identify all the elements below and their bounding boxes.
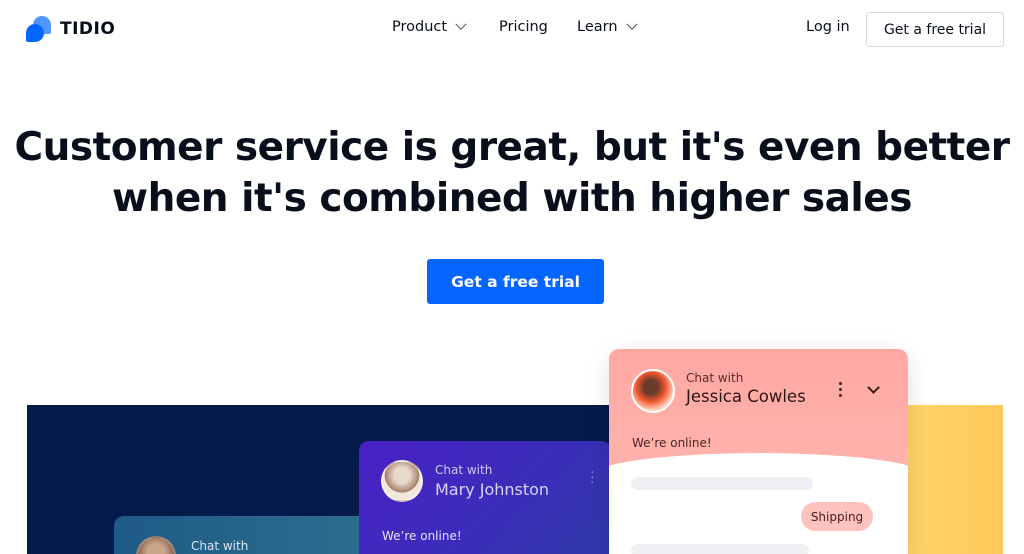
showcase-yellow-background: [905, 405, 1003, 554]
message-placeholder: [631, 544, 809, 554]
chat-with-label: Chat with: [435, 463, 493, 477]
tidio-logo[interactable]: TIDIO: [26, 16, 115, 42]
hero-title-part1: Customer service is great, but it's: [14, 125, 758, 170]
menu-learn-label: Learn: [577, 19, 618, 35]
chat-card-mary: Chat with Mary Johnston · · · We’re online…: [359, 441, 611, 554]
nav-free-trial-button[interactable]: Get a free trial: [866, 12, 1004, 47]
login-link[interactable]: Log in: [806, 19, 850, 35]
online-status: We’re online!: [382, 529, 462, 543]
hero-title-bold: even better: [758, 125, 1010, 170]
shipping-tag[interactable]: Shipping: [801, 502, 873, 531]
main-menu: Product Pricing Learn: [392, 18, 638, 35]
chat-with-label: Chat with: [191, 539, 249, 553]
more-options-icon[interactable]: · · ·: [590, 466, 594, 490]
top-nav: TIDIO Product Pricing Learn Log in Get a…: [0, 0, 1024, 60]
chevron-down-icon: [455, 18, 467, 30]
avatar: [381, 460, 423, 502]
hero-free-trial-button[interactable]: Get a free trial: [427, 259, 604, 304]
avatar: [136, 536, 176, 554]
agent-name: Jessica Cowles: [686, 387, 806, 406]
online-status: We’re online!: [632, 436, 712, 450]
chat-card-teal: Chat with: [114, 516, 374, 554]
menu-product-label: Product: [392, 19, 448, 35]
chat-with-label: Chat with: [686, 371, 744, 385]
menu-pricing[interactable]: Pricing: [499, 19, 577, 35]
menu-pricing-label: Pricing: [499, 19, 548, 35]
menu-learn[interactable]: Learn: [577, 18, 638, 35]
chevron-down-icon: [625, 18, 638, 30]
agent-name: Mary Johnston: [435, 480, 550, 499]
chat-card-jessica: Chat with Jessica Cowles We’re online! S…: [609, 349, 908, 554]
hero-title: Customer service is great, but it's even…: [0, 122, 1024, 224]
avatar: [631, 369, 675, 413]
logo-text: TIDIO: [60, 19, 116, 39]
message-placeholder: [631, 477, 813, 490]
tidio-logo-icon: [26, 16, 52, 42]
more-options-icon[interactable]: [837, 382, 843, 398]
hero-title-part2: when it's combined with higher sales: [112, 176, 912, 221]
menu-product[interactable]: Product: [392, 18, 499, 35]
